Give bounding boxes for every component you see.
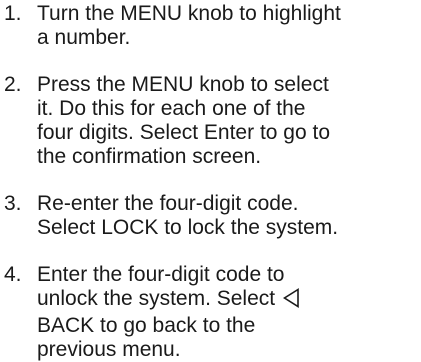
step-number: 3.: [4, 192, 22, 215]
step-text: Press the MENU knob to select it. Do thi…: [37, 73, 330, 168]
step-text: Enter the four-digit code to unlock the …: [37, 263, 421, 362]
step-number: 4.: [4, 263, 22, 286]
step-text: Re-enter the four-digit code. Select LOC…: [37, 192, 339, 239]
step-number: 1.: [4, 2, 22, 25]
back-triangle-icon: [282, 288, 300, 314]
step-number: 2.: [4, 73, 22, 96]
step-text: Turn the MENU knob to highlight a number…: [37, 2, 341, 49]
step-text-after-icon: BACK to go back to the previous menu.: [37, 314, 256, 361]
step-text-before-icon: Enter the four-digit code to unlock the …: [37, 263, 285, 310]
